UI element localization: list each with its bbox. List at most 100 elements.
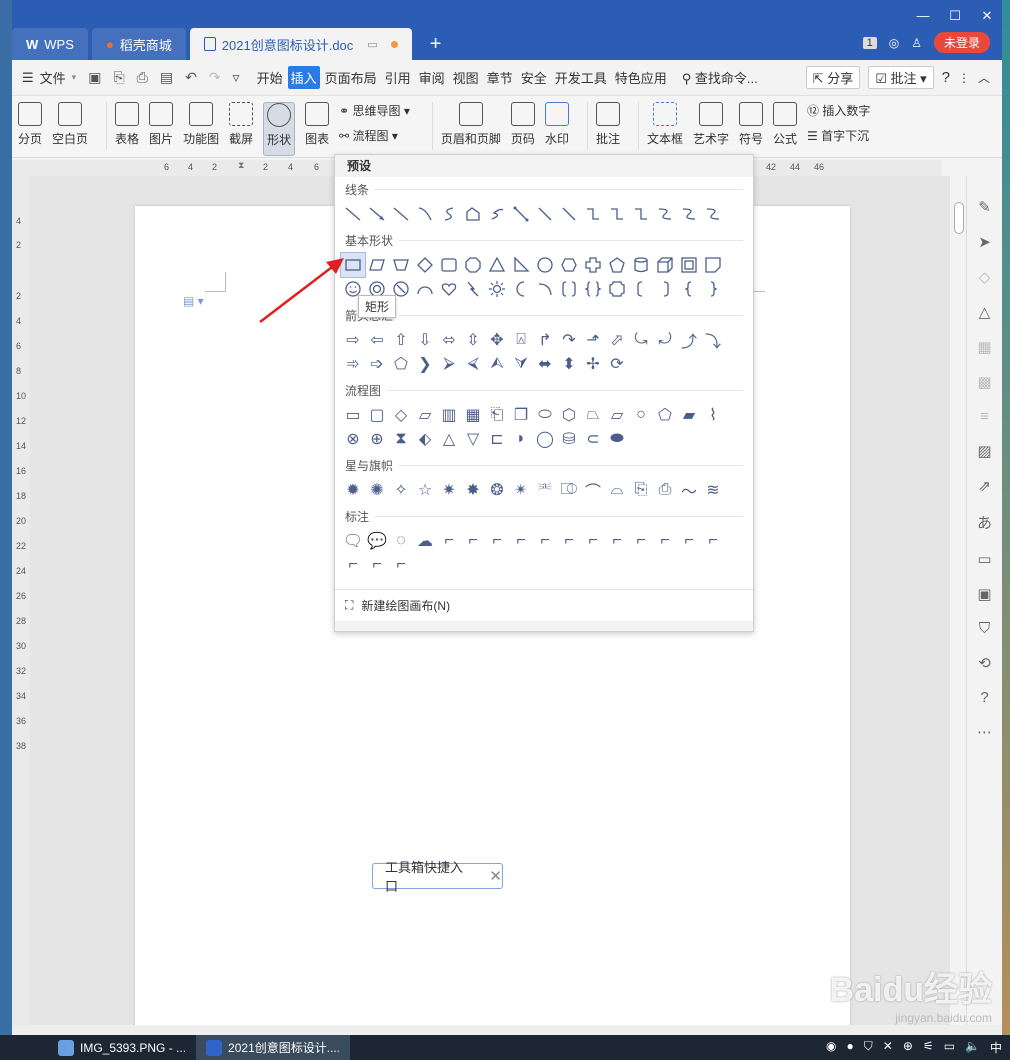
elbow-arrow-shape[interactable]	[605, 202, 629, 226]
menu-review[interactable]: 审阅	[416, 66, 448, 89]
bent-arrow-shape[interactable]: ↱	[533, 328, 557, 352]
up-arrow-shape[interactable]: ⇧	[389, 328, 413, 352]
picture-side-icon[interactable]: ▣	[977, 585, 991, 603]
table-button[interactable]: 表格	[115, 102, 139, 147]
indent-marker-icon[interactable]: ⧗	[238, 160, 244, 171]
menu-security[interactable]: 安全	[518, 66, 550, 89]
cross-shape[interactable]	[581, 253, 605, 277]
line-callout9-shape[interactable]: ⌐	[629, 529, 653, 553]
star24-shape[interactable]: ❂	[485, 478, 509, 502]
left-bracket-shape[interactable]	[629, 277, 653, 301]
left-brace-shape[interactable]	[677, 277, 701, 301]
chevron-shape[interactable]: ❯	[413, 352, 437, 376]
translate-icon[interactable]: あ	[977, 512, 992, 533]
redo-icon[interactable]: ↷	[209, 69, 221, 86]
line-callout7-shape[interactable]: ⌐	[581, 529, 605, 553]
flow-card-shape[interactable]: ▰	[677, 403, 701, 427]
flow-delay-shape[interactable]: ◗	[509, 427, 533, 451]
tray-network-icon[interactable]: ⚟	[923, 1039, 934, 1056]
flow-manual-input-shape[interactable]: ⏢	[581, 403, 605, 427]
cursor-icon[interactable]: ➤	[978, 233, 991, 251]
frame-shape[interactable]	[677, 253, 701, 277]
format-icon[interactable]: △	[979, 303, 991, 321]
elbow-connector-shape[interactable]	[581, 202, 605, 226]
flow-collate-shape[interactable]: ⧗	[389, 427, 413, 451]
right-triangle-shape[interactable]	[509, 253, 533, 277]
comment-button[interactable]: ☑ 批注 ▾	[868, 66, 934, 89]
tray-display-icon[interactable]: ▭	[944, 1039, 955, 1056]
new-tab-button[interactable]: +	[430, 28, 442, 60]
up-arrow-callout-shape[interactable]: ⮙	[485, 352, 509, 376]
ellipse-shape[interactable]	[533, 253, 557, 277]
right-bracket-shape[interactable]	[653, 277, 677, 301]
table-side-icon[interactable]: ▦	[977, 338, 991, 356]
quad-arrow-callout-shape[interactable]: ✢	[581, 352, 605, 376]
left-right-up-arrow-shape[interactable]: ⍓	[509, 328, 533, 352]
menu-special[interactable]: 特色应用	[612, 66, 670, 89]
circular-arrow-shape[interactable]: ⟳	[605, 352, 629, 376]
flowchart-button[interactable]: ⚯ 流程图 ▾	[339, 127, 410, 144]
page-number-button[interactable]: 页码	[510, 102, 535, 147]
triangle-shape[interactable]	[485, 253, 509, 277]
format-painter-icon[interactable]: ⎘	[113, 69, 124, 86]
parallelogram-shape[interactable]	[365, 253, 389, 277]
shirt-icon[interactable]: ♙	[911, 36, 922, 50]
textbox-button[interactable]: 文本框	[647, 102, 683, 147]
flow-terminator-shape[interactable]: ⬭	[533, 403, 557, 427]
window-count-badge[interactable]: 1	[862, 36, 877, 49]
scroll-thumb[interactable]	[954, 202, 964, 234]
grid-side-icon[interactable]: ▩	[977, 373, 991, 391]
flow-predefined-shape[interactable]: ▥	[437, 403, 461, 427]
flow-document-shape[interactable]: ⎗	[485, 403, 509, 427]
volume-icon[interactable]: 🔈	[965, 1039, 980, 1056]
flow-internal-storage-shape[interactable]: ▦	[461, 403, 485, 427]
cube-shape[interactable]	[653, 253, 677, 277]
bent-up-arrow-shape[interactable]: ⬀	[605, 328, 629, 352]
elbow-double-shape[interactable]	[629, 202, 653, 226]
help-icon[interactable]: ?	[942, 69, 950, 86]
heart-shape[interactable]	[437, 277, 461, 301]
rect-callout-shape[interactable]: 🗨	[341, 529, 365, 553]
archive-icon[interactable]: ▭	[977, 550, 991, 568]
flow-or-shape[interactable]: ⊕	[365, 427, 389, 451]
help-side-icon[interactable]: ?	[980, 689, 988, 706]
flow-process-shape[interactable]: ▭	[341, 403, 365, 427]
down-arrow-callout-shape[interactable]: ⮛	[509, 352, 533, 376]
tray-app-icon[interactable]: ◉	[826, 1039, 836, 1056]
sun-shape[interactable]	[485, 277, 509, 301]
line-shape[interactable]	[341, 202, 365, 226]
line-callout2-shape[interactable]: ⌐	[461, 529, 485, 553]
s-curve-shape[interactable]	[437, 202, 461, 226]
line-callout12-shape[interactable]: ⌐	[701, 529, 725, 553]
curved-ribbon-up-shape[interactable]: ⌒	[581, 478, 605, 502]
watermark-button[interactable]: 水印	[544, 102, 569, 147]
minimize-icon[interactable]: —	[916, 8, 930, 24]
star32-shape[interactable]: ✴	[509, 478, 533, 502]
hexagon-shape[interactable]	[557, 253, 581, 277]
flow-summing-junction-shape[interactable]: ⊗	[341, 427, 365, 451]
tray-shield-icon[interactable]: ⛉	[864, 1039, 873, 1056]
close-icon[interactable]: ✕	[980, 8, 994, 24]
freeform-shape[interactable]	[461, 202, 485, 226]
formula-button[interactable]: 公式	[773, 102, 797, 147]
pentagon-shape[interactable]	[605, 253, 629, 277]
shapes-side-icon[interactable]: ◇	[979, 268, 991, 286]
taskbar-item-wps[interactable]: 2021创意图标设计....	[196, 1035, 351, 1060]
explosion1-shape[interactable]: ✹	[341, 478, 365, 502]
left-right-arrow-callout-shape[interactable]: ⬌	[533, 352, 557, 376]
left-arrow-shape[interactable]: ⇦	[365, 328, 389, 352]
oval-callout-shape[interactable]: ◌	[389, 529, 413, 553]
save-icon[interactable]: ▣	[88, 69, 101, 86]
curved-ribbon-down-shape[interactable]: ⌓	[605, 478, 629, 502]
notched-right-arrow-shape[interactable]: ➩	[365, 352, 389, 376]
tab-document[interactable]: 2021创意图标设计.doc ▭	[189, 28, 412, 60]
skin-icon[interactable]: ◎	[889, 36, 899, 50]
print-icon[interactable]: ⎙	[137, 69, 148, 86]
star8-shape[interactable]: ✷	[437, 478, 461, 502]
line-callout4-shape[interactable]: ⌐	[509, 529, 533, 553]
cylinder-shape[interactable]	[629, 253, 653, 277]
list-side-icon[interactable]: ≡	[980, 408, 989, 425]
double-brace-shape[interactable]	[581, 277, 605, 301]
tab-wps-home[interactable]: W WPS	[12, 28, 88, 60]
up-down-arrow-callout-shape[interactable]: ⬍	[557, 352, 581, 376]
